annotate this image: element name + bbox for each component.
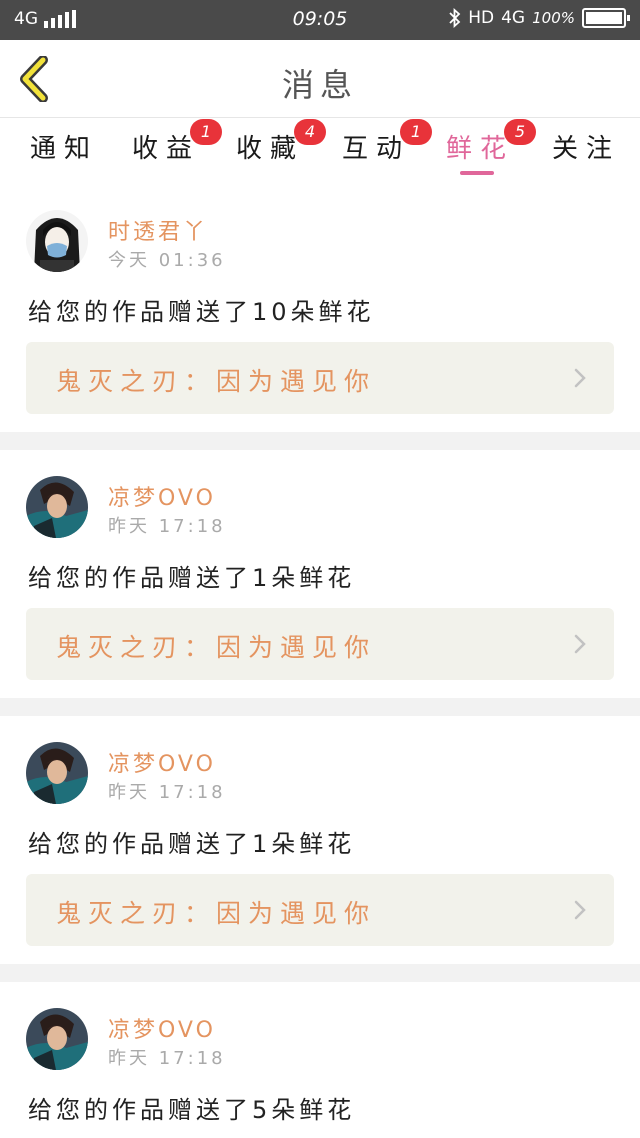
message-card: 凉梦OVO 昨天 17:18 给您的作品赠送了5朵鲜花 bbox=[0, 982, 640, 1138]
message-text: 给您的作品赠送了1朵鲜花 bbox=[28, 830, 356, 858]
tab-label: 互动 bbox=[342, 134, 411, 164]
work-link[interactable]: 鬼灭之刃：因为遇见你 bbox=[26, 342, 614, 414]
page-title: 消息 bbox=[281, 66, 358, 104]
message-card: 凉梦OVO 昨天 17:18 给您的作品赠送了1朵鲜花 鬼灭之刃：因为遇见你 bbox=[0, 716, 640, 964]
app-header: 消息 bbox=[0, 40, 640, 118]
work-title: 鬼灭之刃：因为遇见你 bbox=[56, 633, 377, 662]
tab-interactions[interactable]: 互动 1 bbox=[342, 119, 432, 172]
work-link[interactable]: 鬼灭之刃：因为遇见你 bbox=[26, 874, 614, 946]
user-avatar-image bbox=[26, 210, 88, 272]
timestamp: 昨天 17:18 bbox=[108, 1048, 226, 1069]
tab-following[interactable]: 关注 bbox=[552, 128, 620, 172]
tab-label: 通知 bbox=[30, 134, 99, 164]
username[interactable]: 凉梦OVO bbox=[108, 746, 216, 778]
tab-label: 收益 bbox=[132, 134, 201, 164]
message-text: 给您的作品赠送了5朵鲜花 bbox=[28, 1096, 356, 1124]
unread-badge: 5 bbox=[504, 119, 536, 145]
unread-badge: 4 bbox=[294, 119, 326, 145]
status-right: HD 4G 100% bbox=[449, 8, 630, 28]
work-link[interactable]: 鬼灭之刃：因为遇见你 bbox=[26, 608, 614, 680]
message-text: 给您的作品赠送了10朵鲜花 bbox=[28, 298, 375, 326]
section-divider bbox=[0, 698, 640, 716]
tab-label: 鲜花 bbox=[446, 134, 515, 164]
network-type-right: 4G bbox=[501, 8, 526, 28]
bluetooth-icon bbox=[449, 8, 461, 28]
chevron-right-icon bbox=[574, 368, 586, 388]
timestamp: 昨天 17:18 bbox=[108, 782, 226, 803]
unread-badge: 1 bbox=[400, 119, 432, 145]
unread-badge: 1 bbox=[190, 119, 222, 145]
battery-percent: 100% bbox=[532, 9, 575, 27]
avatar[interactable] bbox=[26, 742, 88, 804]
avatar[interactable] bbox=[26, 210, 88, 272]
username[interactable]: 时透君丫 bbox=[108, 214, 208, 246]
hd-indicator: HD bbox=[468, 8, 495, 28]
tab-label: 关注 bbox=[552, 134, 621, 164]
status-bar: 4G 09:05 HD 4G 100% bbox=[0, 0, 640, 40]
chevron-right-icon bbox=[574, 634, 586, 654]
active-tab-indicator bbox=[460, 171, 494, 175]
section-divider bbox=[0, 964, 640, 982]
work-title: 鬼灭之刃：因为遇见你 bbox=[56, 367, 377, 396]
section-divider bbox=[0, 432, 640, 450]
message-card: 凉梦OVO 昨天 17:18 给您的作品赠送了1朵鲜花 鬼灭之刃：因为遇见你 bbox=[0, 450, 640, 698]
username[interactable]: 凉梦OVO bbox=[108, 1012, 216, 1044]
timestamp: 今天 01:36 bbox=[108, 250, 226, 271]
tab-favorites[interactable]: 收藏 4 bbox=[236, 119, 326, 172]
user-avatar-image bbox=[26, 476, 88, 538]
chevron-right-icon bbox=[574, 900, 586, 920]
tab-bar: 通知 收益 1 收藏 4 互动 1 鲜花 5 关注 bbox=[0, 118, 640, 180]
tab-label: 收藏 bbox=[236, 134, 305, 164]
user-avatar-image bbox=[26, 1008, 88, 1070]
tab-flowers[interactable]: 鲜花 5 bbox=[446, 119, 536, 172]
tab-earnings[interactable]: 收益 1 bbox=[132, 119, 222, 172]
battery-icon bbox=[582, 8, 630, 28]
user-avatar-image bbox=[26, 742, 88, 804]
message-card: 时透君丫 今天 01:36 给您的作品赠送了10朵鲜花 鬼灭之刃：因为遇见你 bbox=[0, 180, 640, 432]
timestamp: 昨天 17:18 bbox=[108, 516, 226, 537]
tab-notifications[interactable]: 通知 bbox=[30, 128, 98, 172]
message-text: 给您的作品赠送了1朵鲜花 bbox=[28, 564, 356, 592]
avatar[interactable] bbox=[26, 1008, 88, 1070]
work-title: 鬼灭之刃：因为遇见你 bbox=[56, 899, 377, 928]
avatar[interactable] bbox=[26, 476, 88, 538]
username[interactable]: 凉梦OVO bbox=[108, 480, 216, 512]
